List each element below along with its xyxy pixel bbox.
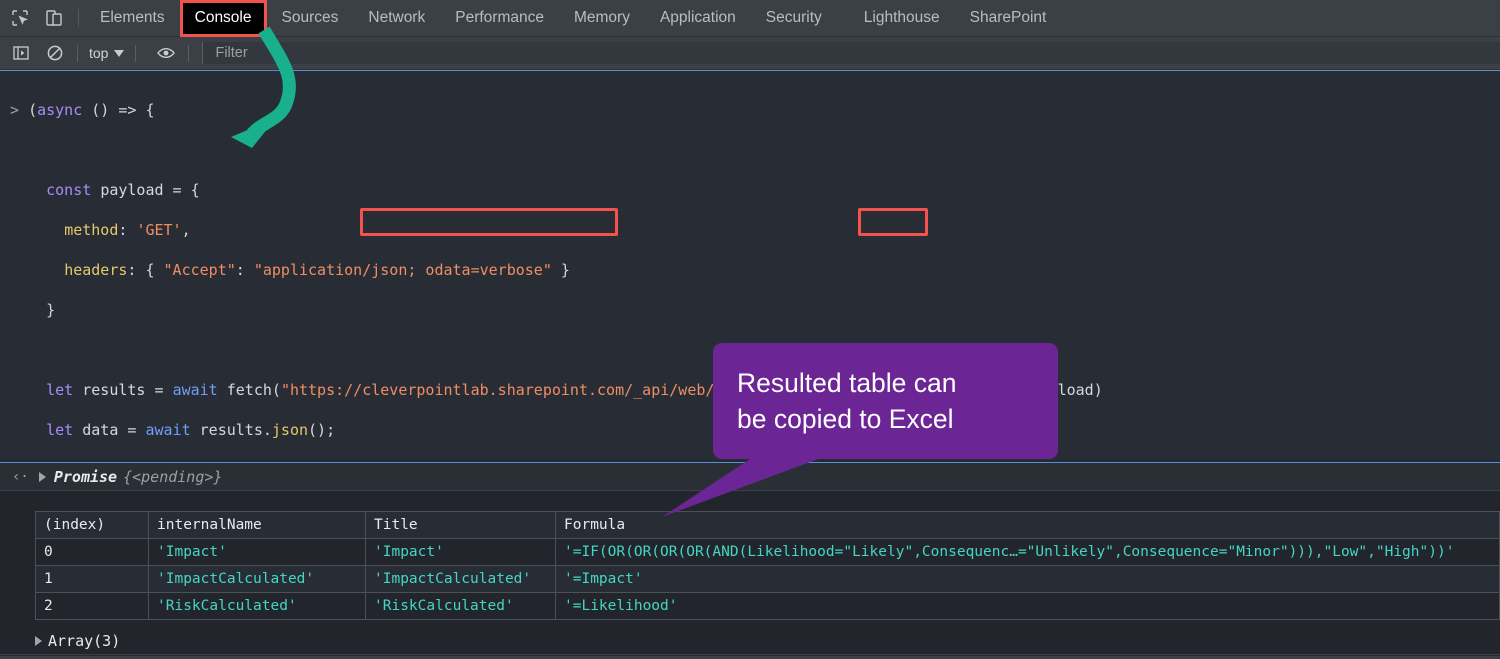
tab-sources[interactable]: Sources (267, 0, 354, 37)
tab-application[interactable]: Application (645, 0, 751, 37)
table-row[interactable]: 1 'ImpactCalculated' 'ImpactCalculated' … (35, 565, 1500, 593)
clear-console-icon[interactable] (42, 40, 68, 66)
cell-internalname: 'RiskCalculated' (148, 592, 366, 620)
tab-application-label: Application (659, 9, 736, 26)
cell-formula: '=IF(OR(OR(OR(OR(AND(Likelihood="Likely"… (555, 538, 1500, 566)
code-line: method: 'GET', (64, 221, 191, 239)
cell-formula: '=Likelihood' (555, 592, 1500, 620)
table-header-index[interactable]: (index) (35, 511, 149, 539)
table-row[interactable]: 2 'RiskCalculated' 'RiskCalculated' '=Li… (35, 592, 1500, 620)
tab-security[interactable]: Security (751, 0, 837, 37)
cell-title: 'ImpactCalculated' (365, 565, 556, 593)
tab-elements[interactable]: Elements (85, 0, 180, 37)
table-row[interactable]: 0 'Impact' 'Impact' '=IF(OR(OR(OR(OR(AND… (35, 538, 1500, 566)
toolbar-divider-2 (135, 44, 137, 62)
cell-internalname: 'ImpactCalculated' (148, 565, 366, 593)
cell-index: 0 (35, 538, 149, 566)
execution-context-selector[interactable]: top (87, 45, 126, 61)
tab-sources-label: Sources (281, 9, 339, 26)
filter-placeholder: Filter (215, 45, 248, 61)
console-result-row[interactable]: ‹· Promise {<pending>} (0, 462, 1500, 491)
code-line: > (async () => { (10, 101, 155, 119)
expand-triangle-icon[interactable] (35, 636, 42, 646)
code-line: let results = await fetch("https://cleve… (46, 381, 1103, 399)
tab-performance[interactable]: Performance (440, 0, 559, 37)
tab-sharepoint-label: SharePoint (969, 9, 1047, 26)
console-code-block: > (async () => { const payload = { metho… (0, 71, 1500, 460)
console-toolbar: top Filter (0, 37, 1500, 70)
devtools-tabbar: Elements Console Sources Network Perform… (0, 0, 1500, 37)
tab-elements-label: Elements (100, 9, 165, 26)
cell-index: 2 (35, 592, 149, 620)
tab-network[interactable]: Network (353, 0, 440, 37)
code-line: } (46, 301, 56, 319)
live-expression-icon[interactable] (153, 40, 179, 66)
tab-security-label: Security (765, 9, 822, 26)
device-toolbar-icon[interactable] (40, 4, 68, 32)
tab-lighthouse-label: Lighthouse (863, 9, 940, 26)
tab-network-label: Network (368, 9, 426, 26)
toolbar-divider-3 (188, 44, 190, 62)
array-summary-row[interactable]: Array(3) (0, 628, 1500, 655)
devtools-window: Elements Console Sources Network Perform… (0, 0, 1500, 659)
console-sidebar-icon[interactable] (8, 40, 34, 66)
inspect-element-icon[interactable] (6, 4, 34, 32)
tab-console-label: Console (194, 9, 252, 26)
cell-index: 1 (35, 565, 149, 593)
code-line: let data = await results.json(); (46, 421, 336, 439)
table-header-title[interactable]: Title (365, 511, 556, 539)
tab-memory[interactable]: Memory (559, 0, 645, 37)
expand-triangle-icon[interactable] (38, 471, 46, 482)
promise-value: Promise (53, 467, 118, 486)
tabbar-divider (78, 9, 79, 27)
array-summary-label: Array(3) (48, 632, 121, 650)
return-value-icon: ‹· (12, 468, 29, 485)
tab-sharepoint[interactable]: SharePoint (955, 0, 1062, 37)
table-header-row: (index) internalName Title Formula (35, 511, 1500, 539)
cell-formula: '=Impact' (555, 565, 1500, 593)
console-table-container: (index) internalName Title Formula 0 'Im… (0, 492, 1500, 632)
console-table: (index) internalName Title Formula 0 'Im… (35, 511, 1500, 620)
toolbar-divider-1 (77, 44, 78, 62)
execution-context-label: top (89, 45, 109, 61)
table-header-internalname[interactable]: internalName (148, 511, 366, 539)
cell-title: 'Impact' (365, 538, 556, 566)
chevron-down-icon (114, 49, 125, 57)
console-prompt-icon: > (10, 101, 20, 119)
code-line: headers: { "Accept": "application/json; … (64, 261, 570, 279)
cell-internalname: 'Impact' (148, 538, 366, 566)
tab-console[interactable]: Console (179, 0, 267, 37)
cell-title: 'RiskCalculated' (365, 592, 556, 620)
code-line: const payload = { (46, 181, 200, 199)
promise-state: {<pending>} (123, 467, 223, 486)
filter-input[interactable]: Filter (202, 42, 1500, 64)
console-log-area[interactable]: > (async () => { const payload = { metho… (0, 70, 1500, 460)
tab-lighthouse[interactable]: Lighthouse (849, 0, 955, 37)
table-header-formula[interactable]: Formula (555, 511, 1500, 539)
tab-memory-label: Memory (573, 9, 630, 26)
tab-performance-label: Performance (455, 9, 544, 26)
